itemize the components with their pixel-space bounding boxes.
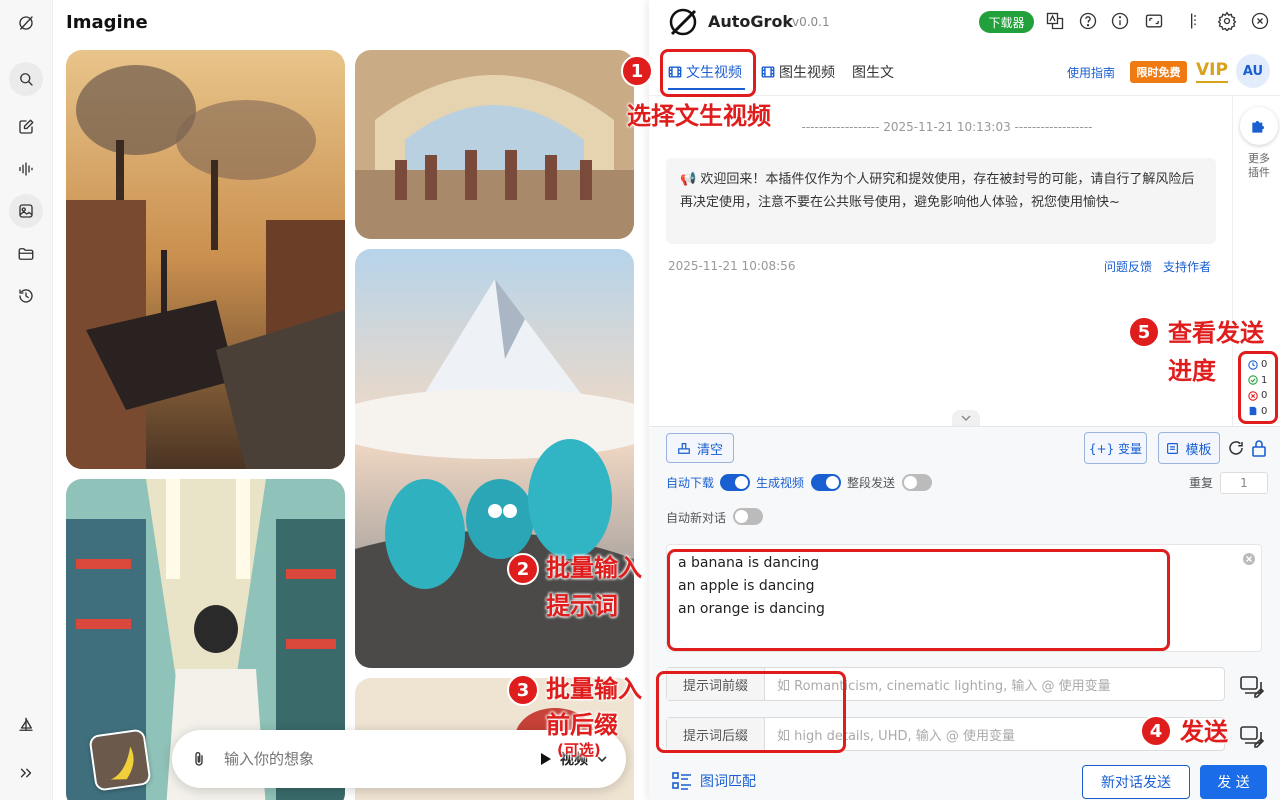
clear-label: 清空	[696, 442, 723, 458]
imagine-input[interactable]	[224, 750, 454, 768]
broom-icon	[678, 443, 690, 454]
support-link[interactable]: 支持作者	[1163, 258, 1211, 275]
sidebar-toggle-icon[interactable]	[1180, 11, 1200, 31]
message-timestamp: 2025-11-21 10:08:56	[668, 259, 796, 273]
harbor-image	[66, 50, 345, 469]
settings-icon[interactable]	[1217, 11, 1237, 31]
guide-link[interactable]: 使用指南	[1067, 64, 1115, 81]
template-icon	[1167, 442, 1179, 454]
history-icon[interactable]	[9, 279, 43, 313]
downloader-badge[interactable]: 下载器	[979, 11, 1034, 33]
generate-video-label: 生成视频	[756, 476, 805, 490]
clear-textarea-icon[interactable]	[1242, 552, 1256, 566]
list-match-icon	[672, 772, 691, 790]
tab-image-to-video[interactable]: 图生视频	[761, 62, 835, 82]
new-chat-icon[interactable]	[9, 110, 43, 144]
image-tile-harbor[interactable]	[66, 50, 345, 469]
suffix-library-icon[interactable]	[1239, 724, 1265, 748]
auto-download-label: 自动下载	[666, 476, 715, 490]
plugin-puzzle-icon[interactable]	[1240, 107, 1278, 145]
image-tile-fresco[interactable]	[355, 50, 634, 239]
annotation-text: 选择文生视频	[627, 102, 771, 130]
new-chat-send-button[interactable]: 新对话发送	[1082, 765, 1190, 799]
annotation-number: 2	[507, 553, 539, 585]
annotation-box-progress	[1238, 351, 1278, 424]
voice-icon[interactable]	[9, 152, 43, 186]
annotation-text: 查看发送	[1168, 319, 1264, 347]
translate-icon[interactable]	[1045, 11, 1065, 31]
refresh-icon[interactable]	[1227, 439, 1245, 457]
screenshot-icon[interactable]	[1144, 11, 1164, 31]
attach-icon[interactable]	[190, 750, 208, 768]
template-label: 模板	[1185, 442, 1212, 458]
fresco-image	[355, 50, 634, 239]
vip-label[interactable]: VIP	[1196, 59, 1228, 83]
annotation-note: (可选)	[557, 741, 601, 759]
annotation-number: 3	[507, 674, 539, 706]
close-icon[interactable]	[1250, 11, 1270, 31]
annotation-number: 4	[1140, 715, 1172, 747]
auto-new-chat-toggle[interactable]	[733, 508, 763, 525]
repeat-input[interactable]: 1	[1220, 472, 1268, 494]
template-button[interactable]: 模板	[1158, 432, 1220, 464]
lock-icon[interactable]	[1251, 439, 1267, 457]
more-plugins-label[interactable]: 更多插件	[1246, 152, 1272, 180]
expand-sidebar-icon[interactable]	[9, 756, 43, 790]
clear-button[interactable]: 清空	[666, 433, 734, 463]
annotation-text: 发送	[1180, 718, 1228, 746]
feedback-link[interactable]: 问题反馈	[1104, 258, 1152, 275]
attached-image-thumbnail[interactable]	[88, 728, 152, 792]
left-rail	[0, 0, 53, 800]
annotation-text: 进度	[1168, 357, 1216, 385]
projects-icon[interactable]	[9, 237, 43, 271]
segment-send-label: 整段发送	[847, 476, 896, 490]
chevron-down-icon	[961, 415, 971, 421]
variable-button[interactable]: {+} 变量	[1084, 432, 1147, 464]
annotation-text: 前后缀	[546, 711, 618, 739]
annotation-number: 1	[621, 55, 653, 87]
annotation-number: 5	[1128, 316, 1160, 348]
auto-download-toggle[interactable]	[720, 474, 750, 491]
annotation-text: 批量输入	[546, 554, 642, 582]
sailboat-avatar-icon[interactable]	[9, 708, 43, 742]
welcome-message: 📢 欢迎回来！本插件仅作为个人研究和提效使用，存在被封号的可能，请自行了解风险后…	[666, 158, 1216, 244]
imagine-icon[interactable]	[9, 194, 43, 228]
tab-label: 图生文	[852, 65, 894, 81]
tab-label: 图生视频	[779, 65, 835, 81]
film-icon	[761, 66, 775, 78]
image-match-label: 图词匹配	[700, 774, 756, 790]
segment-send-toggle[interactable]	[902, 474, 932, 491]
page-title: Imagine	[66, 12, 148, 33]
brand-name: AutoGrok	[708, 12, 794, 31]
generate-video-toggle[interactable]	[811, 474, 841, 491]
search-icon[interactable]	[9, 62, 43, 96]
help-icon[interactable]	[1078, 11, 1098, 31]
info-icon[interactable]	[1110, 11, 1130, 31]
promo-badge[interactable]: 限时免费	[1130, 61, 1187, 83]
play-icon	[541, 753, 551, 765]
avatar[interactable]: AU	[1236, 54, 1270, 88]
annotation-box-tab	[660, 49, 756, 97]
annotation-text: 批量输入	[546, 675, 642, 703]
collapse-handle[interactable]	[952, 410, 980, 426]
autogrok-logo-icon	[667, 6, 699, 38]
annotation-box-affix	[656, 671, 846, 753]
send-button[interactable]: 发 送	[1200, 765, 1267, 799]
repeat-label: 重复	[1189, 476, 1214, 490]
version-label: v0.0.1	[792, 15, 830, 29]
grok-logo-icon[interactable]	[9, 6, 43, 40]
tab-image-to-text[interactable]: 图生文	[852, 62, 894, 82]
image-match-button[interactable]: 图词匹配	[672, 771, 756, 791]
annotation-text: 提示词	[546, 592, 618, 620]
annotation-box-prompts	[667, 549, 1170, 651]
auto-new-chat-label: 自动新对话	[666, 511, 727, 525]
prefix-library-icon[interactable]	[1239, 674, 1265, 698]
